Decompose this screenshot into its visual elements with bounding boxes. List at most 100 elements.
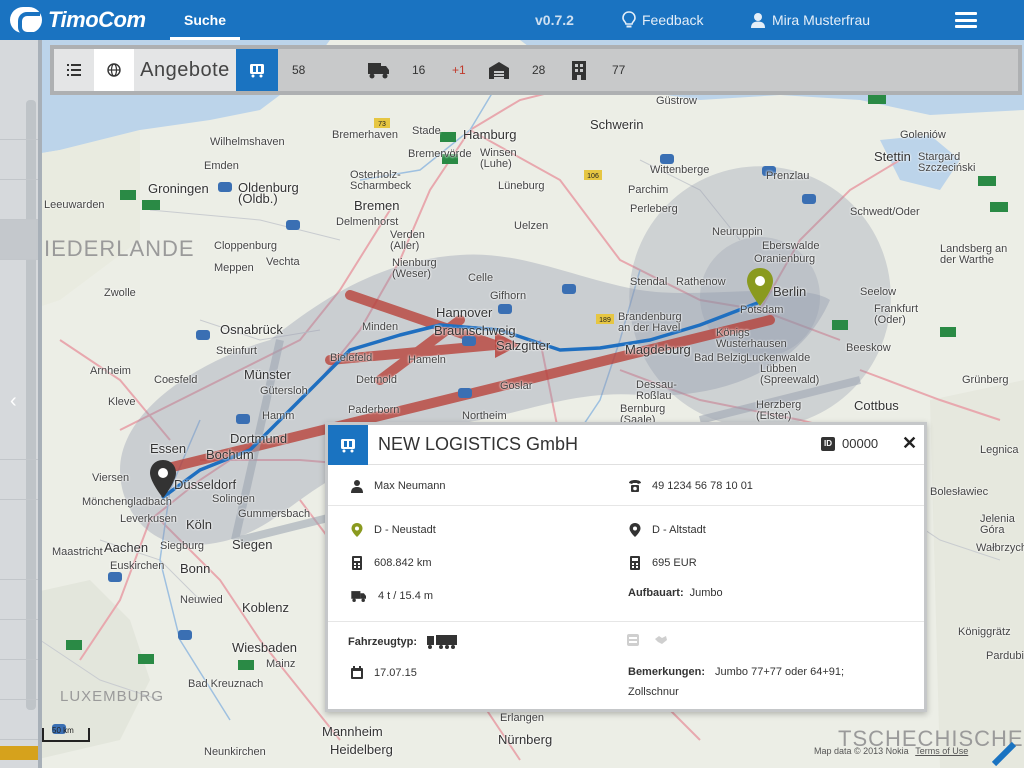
map-label-nuernberg: Nürnberg — [498, 732, 553, 747]
hamburger-menu-icon[interactable] — [955, 12, 977, 28]
vehicle-extras — [626, 633, 668, 647]
remarks-text: Jumbo 77+77 oder 64+91; — [715, 666, 845, 678]
map-label-prenzlau: Prenzlau — [766, 170, 810, 182]
map-label-bochum: Bochum — [206, 447, 254, 462]
left-panel-item[interactable] — [0, 540, 38, 580]
truck-icon — [351, 591, 366, 602]
map-credit: Map data © 2013 Nokia Terms of Use — [814, 746, 968, 756]
distance-value: 608.842 km — [374, 557, 432, 569]
map-label-bremen: Bremen — [354, 198, 400, 213]
map-label-bremerhaven: Bremerhaven — [332, 129, 399, 141]
map-label-heidelberg: Heidelberg — [330, 742, 393, 757]
map-label-parchim: Parchim — [628, 184, 669, 196]
collapse-panel-icon[interactable]: ‹ — [10, 390, 17, 413]
map-label-schwerin: Schwerin — [590, 117, 644, 132]
map-label-siegen: Siegen — [232, 537, 273, 552]
freight-icon — [250, 64, 264, 78]
left-panel-item[interactable] — [0, 580, 38, 620]
here-logo-icon — [992, 741, 1017, 766]
left-panel-item[interactable] — [0, 140, 38, 180]
truck-icon[interactable] — [368, 60, 390, 80]
version-label: v0.7.2 — [535, 12, 574, 28]
timocom-logo-icon — [10, 7, 42, 36]
body-type-row: Aufbauart: Jumbo — [628, 587, 723, 599]
terms-of-use-link[interactable]: Terms of Use — [915, 746, 968, 756]
left-panel-item[interactable] — [0, 420, 38, 460]
timocom-logo[interactable]: TimoCom — [10, 6, 146, 36]
left-panel-item[interactable] — [0, 700, 38, 740]
svg-text:106: 106 — [587, 173, 599, 180]
map-label-zwolle: Zwolle — [104, 287, 136, 299]
left-panel-item[interactable] — [0, 180, 38, 220]
map-label-leeuwarden: Leeuwarden — [44, 199, 105, 211]
card-header: NEW LOGISTICS GmbH ID 00000 ✕ — [328, 425, 924, 465]
map-label-moenchengladbach: Mönchengladbach — [82, 496, 172, 508]
feedback-link[interactable]: Feedback — [622, 0, 703, 40]
map-label-erlangen: Erlangen — [500, 712, 545, 724]
map-label-potsdam: Potsdam — [740, 304, 784, 316]
map-label-paderborn: Paderborn — [348, 404, 400, 416]
map-label-minden: Minden — [362, 321, 399, 333]
left-panel-item[interactable] — [0, 220, 38, 260]
map-label-hamburg: Hamburg — [463, 127, 517, 142]
company-name: NEW LOGISTICS GmbH — [378, 434, 579, 454]
left-panel-item[interactable] — [0, 660, 38, 700]
offers-label: Angebote — [134, 49, 236, 91]
map-label-guestrow: Güstrow — [656, 95, 697, 107]
phone-icon — [629, 480, 641, 492]
map-label-luckenwalde: Luckenwalde — [746, 352, 811, 364]
map-label-meppen: Meppen — [214, 262, 254, 274]
left-panel-item[interactable] — [0, 460, 38, 500]
map-label-goslar: Goslar — [500, 380, 533, 392]
map-label-verden: Verden (Aller) — [390, 229, 425, 252]
left-panel: ‹ — [0, 40, 42, 768]
id-badge-icon: ID — [821, 437, 835, 451]
map-label-coesfeld: Coesfeld — [154, 374, 198, 386]
remarks-text-2: Zollschnur — [628, 686, 679, 698]
map-label-brandenburg-havel: Brandenburg an der Havel — [618, 311, 682, 334]
map-label-steinfurt: Steinfurt — [216, 345, 257, 357]
map-label-celle: Celle — [468, 272, 494, 284]
map-label-wiesbaden: Wiesbaden — [232, 640, 298, 655]
warehouse-count: 28 — [532, 63, 546, 77]
close-icon[interactable]: ✕ — [902, 433, 917, 454]
destination-row: D - Altstadt — [628, 523, 706, 537]
map-label-pardubice: Pardubice — [986, 650, 1024, 662]
freight-icon — [341, 439, 355, 453]
map-label-duesseldorf: Düsseldorf — [174, 477, 237, 492]
map-label-guetersloh: Gütersloh — [260, 385, 308, 397]
map-label-koenigs-wusterhausen: Königs Wusterhausen — [716, 327, 787, 350]
map-label-mainz: Mainz — [266, 658, 296, 670]
map-label-braunschweig: Braunschweig — [434, 323, 516, 338]
user-name: Mira Musterfrau — [772, 12, 871, 28]
weight-row: 4 t / 15.4 m — [350, 589, 433, 603]
handshake-icon — [655, 636, 667, 644]
destination-pin-icon[interactable] — [747, 268, 773, 306]
map-label-uelzen: Uelzen — [514, 220, 549, 232]
list-view-button[interactable] — [54, 49, 94, 91]
phone-row[interactable]: 49 1234 56 78 10 01 — [628, 479, 753, 493]
map-label-detmold: Detmold — [356, 374, 397, 386]
warehouse-icon[interactable] — [488, 60, 510, 80]
map-label-koeniggraetz: Königgrätz — [958, 626, 1011, 638]
price-row: 695 EUR — [628, 556, 697, 570]
map-label-delmenhorst: Delmenhorst — [336, 216, 399, 228]
destination-location: D - Altstadt — [652, 524, 706, 536]
user-menu[interactable]: Mira Musterfrau — [750, 0, 870, 40]
lightbulb-icon — [622, 11, 636, 28]
left-panel-item[interactable] — [0, 100, 38, 140]
map-label-eberswalde: Eberswalde — [762, 240, 820, 252]
origin-pin-icon[interactable] — [150, 460, 176, 498]
map-label-viersen: Viersen — [92, 472, 130, 484]
freight-filter-button[interactable] — [236, 49, 278, 91]
nav-tab-search[interactable]: Suche — [170, 0, 240, 40]
map-view-button[interactable] — [94, 49, 134, 91]
left-panel-item[interactable] — [0, 620, 38, 660]
map-label-vechta: Vechta — [266, 256, 300, 268]
map-label-wilhelmshaven: Wilhelmshaven — [210, 136, 285, 148]
feedback-label: Feedback — [642, 12, 704, 28]
map-label-emden: Emden — [204, 160, 239, 172]
buildings-icon[interactable] — [568, 60, 590, 80]
map-label-neuwied: Neuwied — [180, 594, 223, 606]
globe-icon — [107, 63, 121, 77]
